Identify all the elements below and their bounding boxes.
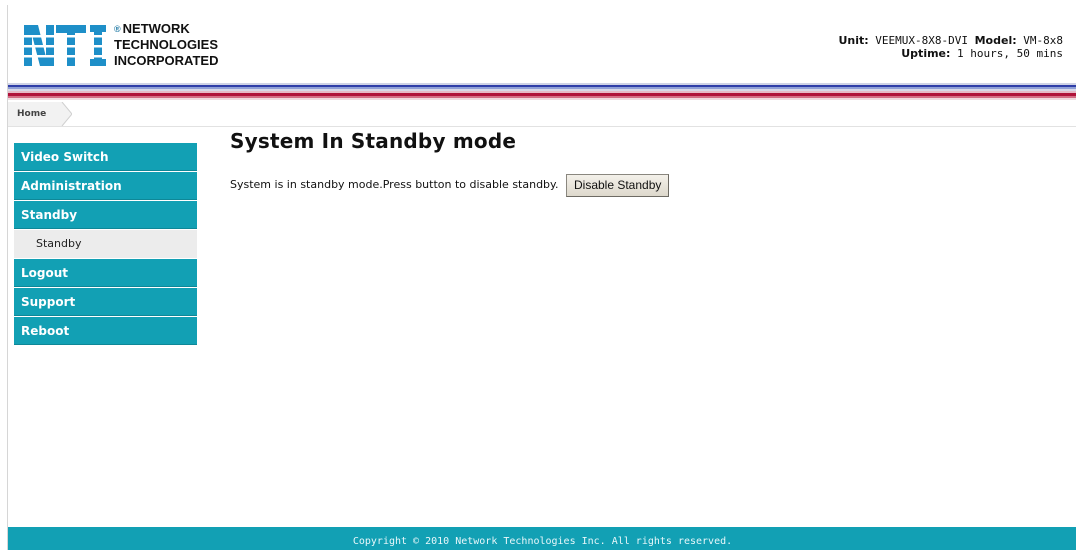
footer-copyright: Copyright © 2010 Network Technologies In… <box>8 527 1076 550</box>
sidebar-item-support[interactable]: Support <box>14 288 197 316</box>
nti-logo-icon <box>22 23 108 68</box>
logo-line-technologies: TECHNOLOGIES <box>114 37 219 52</box>
sidebar-item-video-switch[interactable]: Video Switch <box>14 143 197 171</box>
breadcrumb: Home <box>8 102 1076 127</box>
unit-label: Unit: <box>838 34 869 47</box>
page-frame: ® NETWORK TECHNOLOGIES INCORPORATED Unit:… <box>7 5 1076 550</box>
sidebar-item-reboot[interactable]: Reboot <box>14 317 197 345</box>
company-logo: ® NETWORK TECHNOLOGIES INCORPORATED <box>22 19 237 74</box>
sidebar-subitem-standby[interactable]: Standby <box>14 230 197 258</box>
disable-standby-button[interactable]: Disable Standby <box>565 173 670 197</box>
breadcrumb-home[interactable]: Home <box>8 102 60 126</box>
page-title: System In Standby mode <box>230 129 517 153</box>
header-stripe <box>8 83 1076 100</box>
sidebar-item-administration[interactable]: Administration <box>14 172 197 200</box>
logo-line-network: NETWORK <box>122 21 190 36</box>
header: ® NETWORK TECHNOLOGIES INCORPORATED Unit:… <box>8 5 1076 83</box>
unit-info: Unit: VEEMUX-8X8-DVI Model: VM-8x8 Uptim… <box>838 34 1063 60</box>
logo-line-incorporated: INCORPORATED <box>114 53 219 68</box>
sidebar-item-standby[interactable]: Standby <box>14 201 197 229</box>
unit-value: VEEMUX-8X8-DVI <box>875 34 968 47</box>
standby-status: System is in standby mode.Press button t… <box>230 173 670 197</box>
model-label: Model: <box>974 34 1017 47</box>
standby-message: System is in standby mode.Press button t… <box>230 178 559 191</box>
model-value: VM-8x8 <box>1023 34 1063 47</box>
breadcrumb-separator-icon <box>60 102 72 126</box>
uptime-value: 1 hours, 50 mins <box>957 47 1063 60</box>
logo-wordmark: ® NETWORK TECHNOLOGIES INCORPORATED <box>114 21 218 69</box>
uptime-label: Uptime: <box>901 47 951 60</box>
sidebar-item-logout[interactable]: Logout <box>14 259 197 287</box>
sidebar-nav: Video Switch Administration Standby Stan… <box>14 143 197 346</box>
registered-mark: ® <box>114 24 121 34</box>
